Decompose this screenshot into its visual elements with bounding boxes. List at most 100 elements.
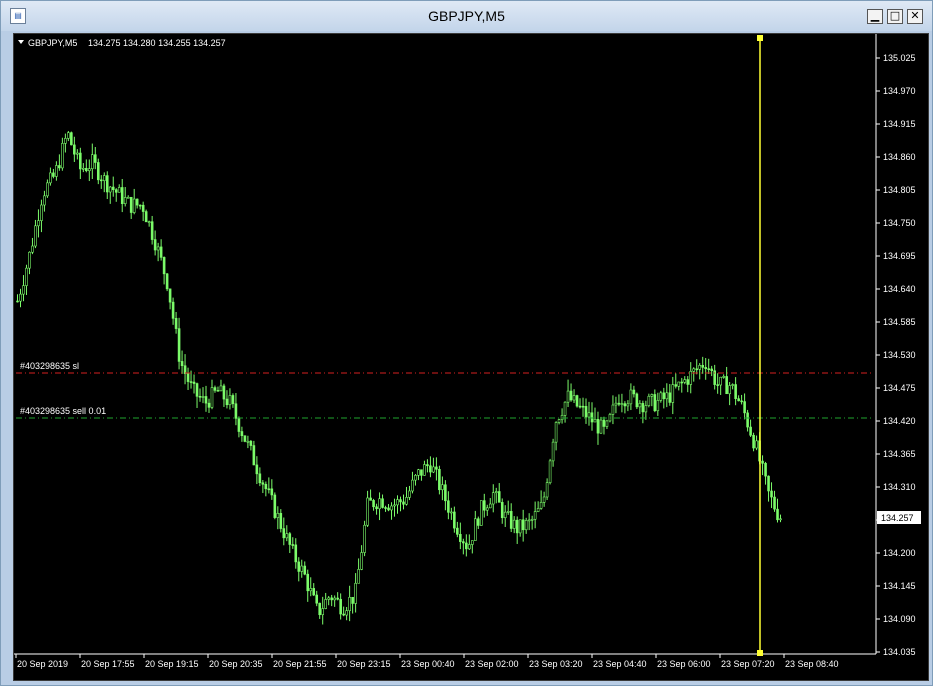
candle-body	[423, 464, 426, 476]
order-line-label: #403298635 sl	[20, 361, 79, 371]
vertical-line-handle-bottom[interactable]	[757, 650, 763, 656]
candle-body	[405, 497, 408, 505]
vertical-line-handle-top[interactable]	[757, 35, 763, 41]
candle-body	[593, 419, 597, 423]
minimize-button[interactable]: ▁	[867, 9, 883, 24]
candle-body	[330, 597, 333, 601]
maximize-button[interactable]: □	[887, 9, 903, 24]
price-tick-label: 134.805	[883, 185, 916, 195]
time-tick-label: 23 Sep 04:40	[593, 659, 647, 669]
candle-body	[327, 597, 330, 600]
time-tick-label: 23 Sep 00:40	[401, 659, 455, 669]
candle-body	[243, 435, 247, 442]
candle-body	[527, 519, 531, 522]
chart-ohlc: 134.275 134.280 134.255 134.257	[88, 38, 226, 48]
candle-body	[485, 507, 489, 511]
candle-body	[19, 293, 22, 302]
candle-body	[270, 488, 274, 496]
candle-body	[740, 400, 743, 403]
candle-body	[120, 187, 124, 204]
price-tick-label: 134.585	[883, 317, 916, 327]
candle-body	[267, 488, 271, 491]
candle-body	[734, 384, 737, 399]
close-button[interactable]: ✕	[907, 9, 923, 24]
candle-body	[399, 499, 402, 503]
price-tick-label: 134.310	[883, 482, 916, 492]
candle-body	[201, 396, 205, 398]
candle-body	[482, 500, 486, 511]
candle-body	[46, 182, 49, 197]
price-tick-label: 134.915	[883, 119, 916, 129]
candle-body	[671, 384, 675, 403]
candle-body	[291, 544, 295, 546]
candle-body	[339, 598, 342, 615]
candle-body	[324, 599, 327, 609]
candle-body	[432, 466, 435, 473]
candle-body	[159, 246, 163, 258]
candle-body	[605, 420, 609, 427]
candle-body	[450, 511, 453, 514]
candle-body	[587, 412, 591, 418]
candle-body	[102, 175, 106, 181]
candle-body	[770, 490, 773, 498]
candle-body	[530, 518, 534, 521]
candle-body	[572, 395, 576, 401]
candle-body	[88, 168, 91, 172]
window-title: GBPJPY,M5	[428, 8, 505, 24]
candle-body	[82, 168, 85, 170]
candle-body	[548, 460, 552, 483]
candle-body	[728, 385, 731, 395]
candle-body	[144, 211, 148, 223]
candle-body	[491, 492, 495, 505]
candle-body	[471, 540, 474, 545]
candle-body	[381, 498, 384, 508]
candle-body	[99, 179, 103, 182]
candle-body	[692, 368, 696, 372]
time-tick-label: 23 Sep 02:00	[465, 659, 519, 669]
price-chart[interactable]: #403298635 sl #403298635 sell 0.01 GBPJPY…	[14, 34, 928, 680]
candle-body	[321, 608, 324, 616]
time-tick-label: 20 Sep 20:35	[209, 659, 263, 669]
chart-area[interactable]: #403298635 sl #403298635 sell 0.01 GBPJPY…	[13, 33, 929, 681]
candle-body	[545, 482, 549, 498]
title-bar[interactable]: ▤ GBPJPY,M5 ▁ □ ✕	[1, 1, 932, 31]
candle-body	[204, 396, 208, 404]
candle-body	[132, 198, 136, 213]
candle-body	[216, 390, 220, 392]
candle-body	[156, 246, 160, 251]
candle-body	[198, 396, 202, 398]
candle-body	[659, 392, 663, 401]
candle-body	[273, 494, 277, 518]
candle-body	[638, 403, 642, 408]
candle-body	[764, 463, 767, 477]
candle-body	[141, 204, 145, 212]
candle-body	[689, 371, 693, 385]
candle-body	[240, 431, 244, 437]
candle-body	[183, 365, 187, 374]
candle-body	[153, 239, 157, 251]
candle-body	[246, 440, 250, 443]
candle-body	[686, 379, 690, 385]
candle-body	[348, 596, 351, 611]
chart-menu-chevron-icon[interactable]	[18, 40, 24, 44]
candle-body	[285, 533, 289, 539]
candle-body	[665, 392, 669, 400]
candle-body	[40, 204, 43, 221]
candle-body	[566, 390, 570, 403]
candle-body	[91, 154, 94, 169]
candle-body	[303, 565, 307, 575]
candle-body	[85, 168, 88, 172]
candle-body	[557, 419, 561, 423]
time-tick-label: 20 Sep 17:55	[81, 659, 135, 669]
candle-body	[252, 445, 256, 466]
candle-body	[617, 402, 621, 405]
chart-window: ▤ GBPJPY,M5 ▁ □ ✕ #403298635 sl #40329863…	[0, 0, 933, 686]
candle-body	[360, 552, 363, 570]
candle-body	[231, 395, 235, 405]
candle-body	[207, 402, 211, 408]
candle-body	[345, 610, 348, 616]
candle-body	[494, 491, 498, 493]
candle-body	[444, 484, 447, 502]
candle-body	[31, 245, 34, 253]
candle-body	[590, 412, 594, 423]
